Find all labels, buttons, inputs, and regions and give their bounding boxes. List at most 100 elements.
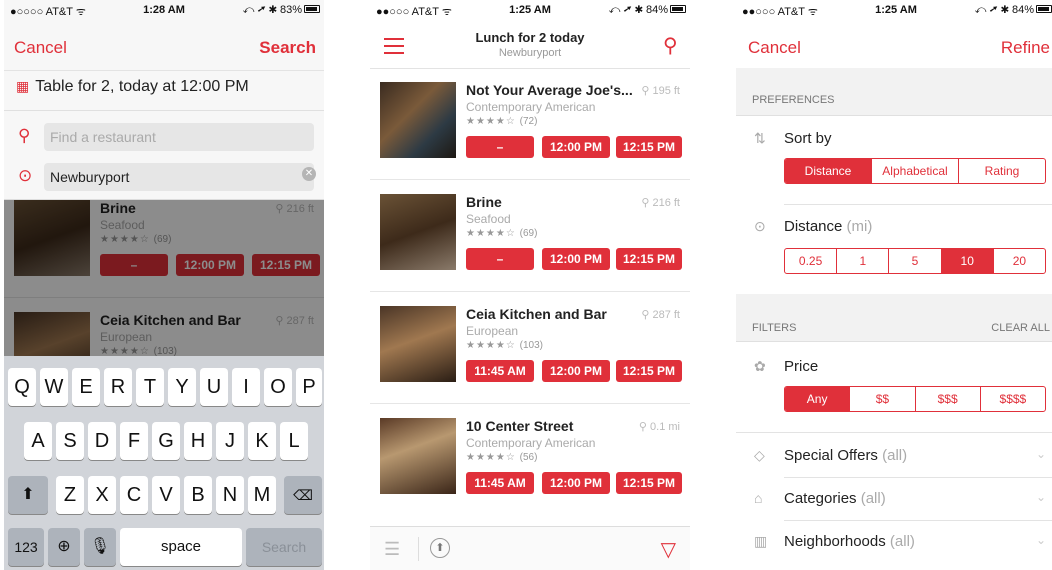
time-slot-button[interactable]: 12:00 PM <box>542 472 610 494</box>
key-m[interactable]: M <box>248 476 276 514</box>
rating-count: (72) <box>519 116 538 127</box>
divider <box>4 70 324 71</box>
time-slot-button[interactable]: 12:15 PM <box>616 136 682 158</box>
cancel-button[interactable]: Cancel <box>14 38 67 58</box>
restaurant-search-input[interactable]: Find a restaurant <box>44 123 314 151</box>
key-g[interactable]: G <box>152 422 180 460</box>
special-offers-label: Special Offers (all) <box>784 447 907 464</box>
key-y[interactable]: Y <box>168 368 196 406</box>
clear-icon[interactable]: ✕ <box>302 167 316 181</box>
price-option[interactable]: $$ <box>850 387 916 411</box>
table-selector[interactable]: ▦ Table for 2, today at 12:00 PM <box>16 78 249 96</box>
table-selector-label: Table for 2, today at 12:00 PM <box>35 78 249 95</box>
distance-label-text: Distance <box>784 218 843 235</box>
nav-subtitle: Newburyport <box>498 47 562 59</box>
time-slot-button[interactable]: 12:15 PM <box>616 248 682 270</box>
neighborhoods-row[interactable]: ▥ Neighborhoods (all) ⌄ <box>736 533 1052 553</box>
compass-icon[interactable]: ⬆ <box>430 538 450 558</box>
key-t[interactable]: T <box>136 368 164 406</box>
divider <box>784 477 1052 478</box>
key-f[interactable]: F <box>120 422 148 460</box>
sort-rating-option[interactable]: Rating <box>959 159 1045 183</box>
distance-label: Distance (mi) <box>784 218 872 235</box>
key-l[interactable]: L <box>280 422 308 460</box>
list-item[interactable]: Ceia Kitchen and Bar ⚲ 287 ft European ★… <box>370 292 690 404</box>
key-z[interactable]: Z <box>56 476 84 514</box>
distance-option[interactable]: 5 <box>889 249 942 273</box>
keyboard: Q W E R T Y U I O P A S D F G H J K L ⬆ … <box>4 356 324 570</box>
list-item[interactable]: Not Your Average Joe's... ⚲ 195 ft Conte… <box>370 68 690 180</box>
sort-distance-option[interactable]: Distance <box>785 159 872 183</box>
key-w[interactable]: W <box>40 368 68 406</box>
time-slot-button[interactable]: 11:45 AM <box>466 472 534 494</box>
restaurant-search-row: ⚲ Find a restaurant <box>4 120 324 152</box>
rating-count: (56) <box>519 452 538 463</box>
time-slot-button[interactable]: 11:45 AM <box>466 360 534 382</box>
key-q[interactable]: Q <box>8 368 36 406</box>
refine-button[interactable]: Refine <box>1001 38 1050 58</box>
key-o[interactable]: O <box>264 368 292 406</box>
distance-option[interactable]: 20 <box>994 249 1045 273</box>
chevron-down-icon: ⌄ <box>1035 533 1046 547</box>
key-p[interactable]: P <box>296 368 322 406</box>
key-u[interactable]: U <box>200 368 228 406</box>
chevron-down-icon: ⌄ <box>1035 447 1046 461</box>
price-option[interactable]: Any <box>785 387 851 411</box>
time-slot-button[interactable]: – <box>466 136 534 158</box>
distance-option[interactable]: 0.25 <box>785 249 838 273</box>
globe-key[interactable]: ⊕ <box>48 528 80 566</box>
key-i[interactable]: I <box>232 368 260 406</box>
key-d[interactable]: D <box>88 422 116 460</box>
search-button[interactable]: Search <box>259 38 316 58</box>
key-n[interactable]: N <box>216 476 244 514</box>
categories-row[interactable]: ⌂ Categories (all) ⌄ <box>736 490 1052 510</box>
cancel-button[interactable]: Cancel <box>748 38 801 58</box>
key-v[interactable]: V <box>152 476 180 514</box>
restaurant-name: Not Your Average Joe's... <box>466 82 633 98</box>
key-e[interactable]: E <box>72 368 100 406</box>
clear-all-button[interactable]: CLEAR ALL <box>991 322 1050 334</box>
time-slot-button[interactable]: 12:15 PM <box>616 472 682 494</box>
list-item[interactable]: Brine ⚲ 216 ft Seafood ★★★★☆ (69) – 12:0… <box>370 180 690 292</box>
key-a[interactable]: A <box>24 422 52 460</box>
restaurant-photo <box>380 418 456 494</box>
key-r[interactable]: R <box>104 368 132 406</box>
list-view-icon[interactable]: ☰ <box>384 539 400 560</box>
price-option[interactable]: $$$$ <box>981 387 1045 411</box>
filter-icon[interactable]: ▽ <box>661 537 676 562</box>
shift-key[interactable]: ⬆ <box>8 476 48 514</box>
key-x[interactable]: X <box>88 476 116 514</box>
rating-stars: ★★★★☆ (103) <box>466 340 543 351</box>
key-b[interactable]: B <box>184 476 212 514</box>
key-k[interactable]: K <box>248 422 276 460</box>
restaurant-photo <box>380 194 456 270</box>
distance-option[interactable]: 1 <box>837 249 890 273</box>
key-h[interactable]: H <box>184 422 212 460</box>
special-offers-row[interactable]: ◇ Special Offers (all) ⌄ <box>736 447 1052 467</box>
divider <box>784 204 1052 205</box>
search-key[interactable]: Search <box>246 528 322 566</box>
distance-option[interactable]: 10 <box>941 249 994 273</box>
key-s[interactable]: S <box>56 422 84 460</box>
price-tag-icon: ✿ <box>754 358 766 374</box>
key-j[interactable]: J <box>216 422 244 460</box>
dim-overlay[interactable] <box>4 200 324 356</box>
time-slot-button[interactable]: 12:15 PM <box>616 360 682 382</box>
backspace-key[interactable]: ⌫ <box>284 476 322 514</box>
microphone-key[interactable]: 🎙 <box>84 528 116 566</box>
cuisine-label: Contemporary American <box>466 436 596 450</box>
search-icon[interactable]: ⚲ <box>663 33 678 58</box>
price-option[interactable]: $$$ <box>916 387 981 411</box>
nav-title-block[interactable]: Lunch for 2 today Newburyport <box>370 30 690 59</box>
time-slot-button[interactable]: 12:00 PM <box>542 360 610 382</box>
distance-value: 195 ft <box>652 85 680 97</box>
time-slot-button[interactable]: 12:00 PM <box>542 248 610 270</box>
space-key[interactable]: space <box>120 528 242 566</box>
sort-alphabetical-option[interactable]: Alphabetical <box>872 159 959 183</box>
key-c[interactable]: C <box>120 476 148 514</box>
time-slot-button[interactable]: 12:00 PM <box>542 136 610 158</box>
time-slot-button[interactable]: – <box>466 248 534 270</box>
preferences-header: PREFERENCES <box>736 68 1052 116</box>
numbers-key[interactable]: 123 <box>8 528 44 566</box>
list-item[interactable]: 10 Center Street ⚲ 0.1 mi Contemporary A… <box>370 404 690 516</box>
